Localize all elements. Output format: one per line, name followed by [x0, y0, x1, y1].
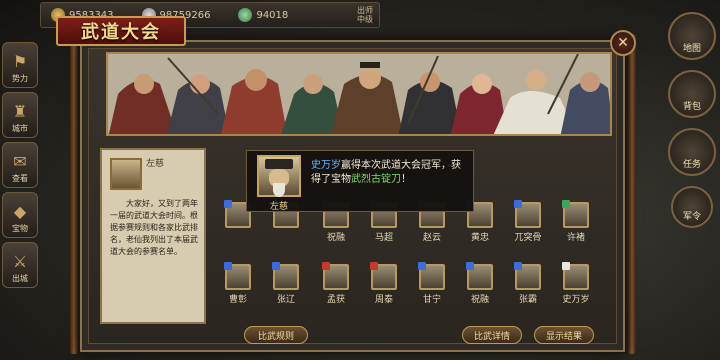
host-intro-text: 大家好，又到了两年一届的武道大会时间。根据参赛规则和各家比武排名，老仙我列出了本…: [110, 199, 198, 256]
hero-slot[interactable]: 孟获: [316, 262, 356, 305]
menu-view-button[interactable]: ✉ 查看: [2, 142, 38, 188]
resource-jade-value: 94018: [256, 9, 289, 21]
hero-portrait: [514, 200, 541, 228]
hero-name: 祝融: [326, 233, 345, 243]
hero-name: 张霸: [518, 295, 537, 305]
left-menu: ⚑ 势力 ♜ 城市 ✉ 查看 ◆ 宝物 ⚔ 出城: [0, 40, 40, 292]
hero-slot[interactable]: 兀突骨: [508, 200, 548, 243]
results-button[interactable]: 显示结果: [534, 326, 594, 344]
hero-portrait: [466, 262, 493, 290]
menu-march-button[interactable]: ⚔ 出城: [2, 242, 38, 288]
hero-name: 马超: [374, 233, 393, 243]
rank-pip: [514, 262, 522, 270]
server-line-1: 出师: [357, 6, 373, 15]
host-name: 左慈: [146, 159, 165, 169]
announcer-portrait: [257, 155, 301, 197]
menu-label: 城市: [12, 124, 28, 133]
host-description-card: 左慈 大家好，又到了两年一届的武道大会时间。根据参赛规则和各家比武排名，老仙我列…: [100, 148, 206, 324]
quest-button[interactable]: 任务: [668, 128, 716, 176]
details-button[interactable]: 比武详情: [462, 326, 522, 344]
menu-label: 势力: [12, 74, 28, 83]
gem-icon: ◆: [13, 202, 27, 221]
rank-pip: [418, 262, 426, 270]
banner-artwork: [108, 54, 610, 134]
menu-label: 查看: [12, 174, 28, 183]
hero-slot[interactable]: 祝融: [460, 262, 500, 305]
menu-city-button[interactable]: ♜ 城市: [2, 92, 38, 138]
beard-shape: [273, 183, 285, 197]
menu-label: 宝物: [12, 224, 28, 233]
hero-slot[interactable]: 周泰: [364, 262, 404, 305]
rank-pip: [514, 200, 522, 208]
hero-name: 祝融: [470, 295, 489, 305]
champion-announcement-popup: 左慈 史万岁赢得本次武道大会冠军，获得了宝物武烈古锭刀！: [246, 150, 474, 212]
hero-name: 甘宁: [422, 295, 441, 305]
rank-pip: [562, 200, 570, 208]
hero-name: 史万岁: [562, 295, 590, 305]
scroll-rod-left: [70, 34, 78, 354]
rank-pip: [562, 262, 570, 270]
rules-button[interactable]: 比武规则: [244, 326, 308, 344]
announcement-end: ！: [401, 174, 411, 185]
panel-title: 武道大会: [56, 16, 186, 46]
server-line-2: 中级: [357, 15, 373, 24]
announcer-name: 左慈: [269, 202, 288, 212]
castle-icon: ♜: [12, 102, 28, 121]
bag-button-label: 背包: [682, 102, 701, 112]
rank-pip: [224, 200, 232, 208]
menu-label: 出城: [12, 274, 28, 283]
scroll-rod-right: [628, 34, 636, 354]
rank-pip: [272, 262, 280, 270]
reward-item-name: 武烈古锭刀: [351, 174, 401, 185]
hero-slot[interactable]: 张辽: [266, 262, 306, 305]
hero-portrait: [418, 262, 445, 290]
hero-name: 许褚: [566, 233, 585, 243]
close-button[interactable]: ✕: [610, 30, 636, 56]
rank-pip: [322, 262, 330, 270]
hero-portrait: [514, 262, 541, 290]
map-button[interactable]: 地图: [668, 12, 716, 60]
menu-power-button[interactable]: ⚑ 势力: [2, 42, 38, 88]
server-indicator[interactable]: 出师 中级: [357, 6, 373, 24]
hero-name: 赵云: [422, 233, 441, 243]
announcement-text: 史万岁赢得本次武道大会冠军，获得了宝物武烈古锭刀！: [311, 159, 469, 187]
hero-name: 孟获: [326, 295, 345, 305]
sword-icon: ⚔: [12, 252, 28, 271]
hero-portrait: [562, 200, 589, 228]
hero-portrait: [562, 262, 589, 290]
bag-button[interactable]: 背包: [668, 70, 716, 118]
heroes-banner: [106, 52, 612, 136]
hero-name: 曹彰: [228, 295, 247, 305]
army-order-button[interactable]: 军令: [671, 186, 713, 228]
map-button-label: 地图: [682, 44, 701, 54]
hero-portrait: [224, 262, 251, 290]
host-portrait: [110, 158, 142, 190]
rank-pip: [370, 262, 378, 270]
menu-treasure-button[interactable]: ◆ 宝物: [2, 192, 38, 238]
right-menu: 地图 背包 任务 军令: [664, 8, 720, 238]
hero-name: 周泰: [374, 295, 393, 305]
hero-name: 兀突骨: [514, 233, 542, 243]
rank-pip: [466, 262, 474, 270]
hero-portrait: [272, 262, 299, 290]
resource-jade: 94018: [238, 8, 288, 22]
hero-portrait: [370, 262, 397, 290]
scroll-icon: ✉: [13, 152, 27, 171]
hero-slot[interactable]: 许褚: [556, 200, 596, 243]
army-order-label: 军令: [682, 212, 701, 222]
hero-portrait: [322, 262, 349, 290]
hero-slot[interactable]: 甘宁: [412, 262, 452, 305]
hat-shape: [265, 159, 293, 169]
close-icon: ✕: [617, 35, 629, 51]
rank-pip: [224, 262, 232, 270]
hero-name: 张辽: [276, 295, 295, 305]
hero-slot[interactable]: 曹彰: [218, 262, 258, 305]
hero-name: 黄忠: [470, 233, 489, 243]
champion-name: 史万岁: [311, 160, 341, 171]
jade-icon: [238, 8, 253, 22]
hero-slot[interactable]: 史万岁: [556, 262, 596, 305]
hero-slot[interactable]: 张霸: [508, 262, 548, 305]
banner-icon: ⚑: [12, 52, 28, 71]
quest-button-label: 任务: [682, 160, 701, 170]
